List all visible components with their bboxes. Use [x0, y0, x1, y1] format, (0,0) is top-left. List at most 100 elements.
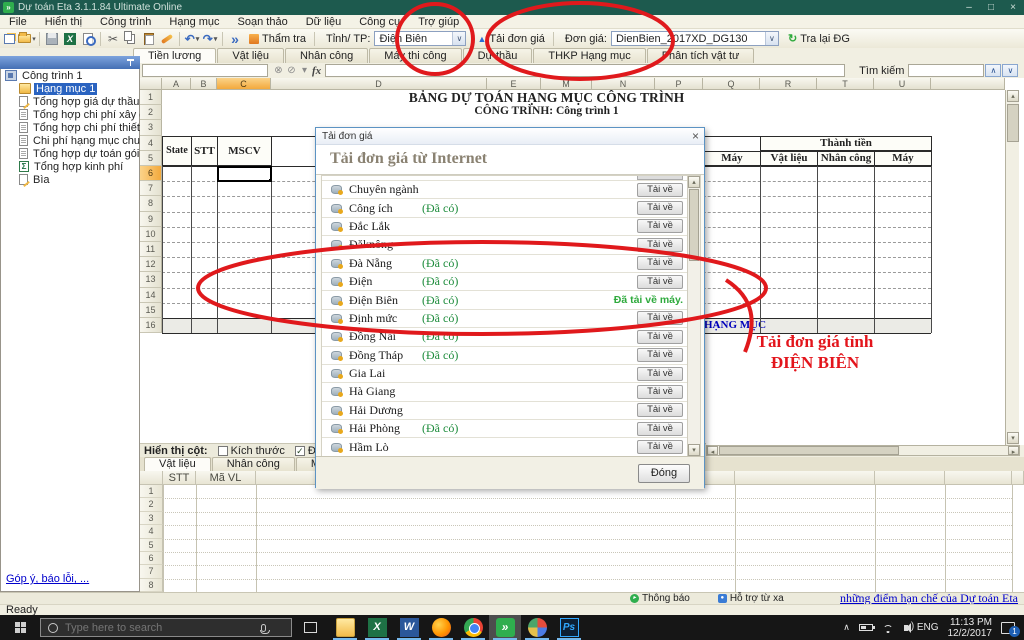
paste-icon[interactable] [140, 30, 158, 47]
download-button[interactable]: Tải về [637, 440, 683, 454]
function-dropdown-icon[interactable]: ▾ [298, 65, 311, 76]
cancel-entry-icon[interactable]: ⊗ [272, 65, 285, 76]
dialog-title-bar[interactable]: Tải đơn giá × [316, 128, 704, 145]
scroll-up-icon[interactable]: ▴ [1007, 90, 1019, 102]
clock[interactable]: 11:13 PM12/2/2017 [948, 617, 993, 639]
tab-Máy thi công[interactable]: Máy thi công [369, 48, 461, 63]
bottom-row-header-5[interactable]: 5 [140, 539, 163, 552]
scroll-down-icon[interactable]: ▾ [1007, 432, 1019, 444]
column-header-U[interactable]: U [874, 78, 931, 90]
row-header-13[interactable]: 13 [140, 272, 162, 287]
tray-chevron-icon[interactable]: ∧ [843, 622, 850, 633]
sidebar-item-6[interactable]: Tổng hợp dự toán gói thầu [1, 147, 139, 160]
download-button[interactable]: Tải về [637, 238, 683, 252]
start-button[interactable] [0, 615, 40, 640]
open-file-icon[interactable]: ▾ [18, 30, 36, 47]
row-header-2[interactable]: 2 [140, 105, 162, 120]
maximize-icon[interactable]: □ [980, 0, 1002, 15]
row-header-11[interactable]: 11 [140, 242, 162, 257]
tab-Vật liệu[interactable]: Vật liệu [217, 48, 284, 63]
chevron-down-icon[interactable]: ∨ [452, 32, 465, 45]
download-button[interactable]: Tải về [637, 201, 683, 215]
format-brush-icon[interactable] [158, 30, 176, 47]
taskbar-photoshop[interactable]: Ps [553, 615, 585, 640]
bottom-row-header-6[interactable]: 6 [140, 552, 163, 565]
column-header-M[interactable]: M [541, 78, 592, 90]
language-indicator[interactable]: ENG [917, 622, 939, 633]
cut-icon[interactable]: ✂ [104, 30, 122, 47]
scroll-up-icon[interactable]: ▴ [688, 176, 700, 188]
bottom-column-header-4[interactable] [875, 471, 945, 485]
vertical-scrollbar[interactable]: ▴▾ [1005, 90, 1019, 445]
tinh-tp-select[interactable]: Điện Biên∨ [374, 31, 466, 46]
battery-icon[interactable] [859, 624, 873, 631]
search-up-icon[interactable]: ∧ [985, 64, 1001, 77]
column-header-D[interactable]: D [271, 78, 487, 90]
row-header-9[interactable]: 9 [140, 212, 162, 227]
tra-lai-dg-button[interactable]: ↻ Tra lại ĐG [783, 31, 855, 46]
menu-item-2[interactable]: Công trình [91, 15, 160, 29]
ho-tro-button[interactable]: ● Hỗ trợ từ xa [718, 593, 784, 604]
bottom-row-header-3[interactable]: 3 [140, 512, 163, 525]
row-header-14[interactable]: 14 [140, 288, 162, 303]
taskbar-eta-app[interactable]: » [489, 615, 521, 640]
menu-item-0[interactable]: File [0, 15, 36, 29]
scroll-right-icon[interactable]: ▸ [1008, 446, 1019, 455]
taskbar-word[interactable]: W [393, 615, 425, 640]
taskbar-excel[interactable]: X [361, 615, 393, 640]
download-button[interactable]: Tải về [637, 330, 683, 344]
row-header-16[interactable]: 16 [140, 318, 162, 333]
close-icon[interactable]: × [1002, 0, 1024, 15]
bottom-row-header-7[interactable]: 7 [140, 565, 163, 578]
column-header-R[interactable]: R [760, 78, 817, 90]
column-header-blank[interactable] [931, 78, 1005, 90]
column-header-Q[interactable]: Q [703, 78, 760, 90]
row-header-1[interactable]: 1 [140, 90, 162, 105]
scrollbar-thumb[interactable] [719, 446, 899, 455]
chevron-down-icon[interactable]: ∨ [765, 32, 778, 45]
search-down-icon[interactable]: ∨ [1002, 64, 1018, 77]
undo-icon[interactable]: ↶▾ [183, 30, 201, 47]
column-header-B[interactable]: B [191, 78, 217, 90]
search-input[interactable] [908, 64, 984, 77]
download-button[interactable]: Tải về [637, 385, 683, 399]
column-header-A[interactable]: A [162, 78, 191, 90]
new-window-icon[interactable] [0, 30, 18, 47]
row-header-8[interactable]: 8 [140, 196, 162, 211]
scroll-left-icon[interactable]: ◂ [707, 446, 718, 455]
bottom-row-header-2[interactable]: 2 [140, 498, 163, 511]
bottom-tab-Nhân công[interactable]: Nhân công [212, 457, 295, 471]
sidebar-item-8[interactable]: Bìa [1, 173, 139, 186]
run-icon[interactable]: » [226, 30, 244, 47]
confirm-entry-icon[interactable]: ⊘ [285, 65, 298, 76]
selected-cell[interactable] [217, 166, 272, 182]
scrollbar-thumb[interactable] [689, 189, 699, 261]
taskbar-search-input[interactable] [65, 622, 255, 634]
don-gia-select[interactable]: DienBien_2017XD_DG130∨ [611, 31, 779, 46]
save-icon[interactable] [43, 30, 61, 47]
bottom-row-header-1[interactable]: 1 [140, 485, 163, 498]
menu-item-7[interactable]: Trợ giúp [409, 15, 468, 29]
tab-THKP Hạng mục[interactable]: THKP Hạng mục [533, 48, 645, 63]
tab-Phân tích vật tư[interactable]: Phân tích vật tư [647, 48, 755, 63]
column-header-C[interactable]: C [217, 78, 271, 90]
speaker-icon[interactable] [904, 625, 908, 631]
bottom-column-header-3[interactable] [735, 471, 875, 485]
checkbox-Đơn giá[interactable]: ✓ [295, 446, 305, 456]
column-header-N[interactable]: N [592, 78, 655, 90]
name-box[interactable] [142, 64, 268, 77]
bottom-column-header-Mã VL[interactable]: Mã VL [196, 471, 256, 485]
download-button[interactable]: Tải về [637, 367, 683, 381]
download-button[interactable]: Tải về [637, 348, 683, 362]
row-header-4[interactable]: 4 [140, 136, 162, 151]
menu-item-3[interactable]: Hạng mục [160, 15, 228, 29]
download-button[interactable]: Tải về [637, 311, 683, 325]
tai-don-gia-button[interactable]: ▲ Tải đơn giá [472, 32, 549, 46]
dong-button[interactable]: Đóng [638, 464, 690, 483]
action-center-icon[interactable]: 1 [1001, 622, 1015, 634]
tab-Nhân công[interactable]: Nhân công [285, 48, 368, 63]
row-header-3[interactable]: 3 [140, 120, 162, 135]
sidebar-item-4[interactable]: Tổng hợp chi phí thiết bị [1, 121, 139, 134]
row-header-6[interactable]: 6 [140, 166, 162, 181]
row-header-10[interactable]: 10 [140, 227, 162, 242]
